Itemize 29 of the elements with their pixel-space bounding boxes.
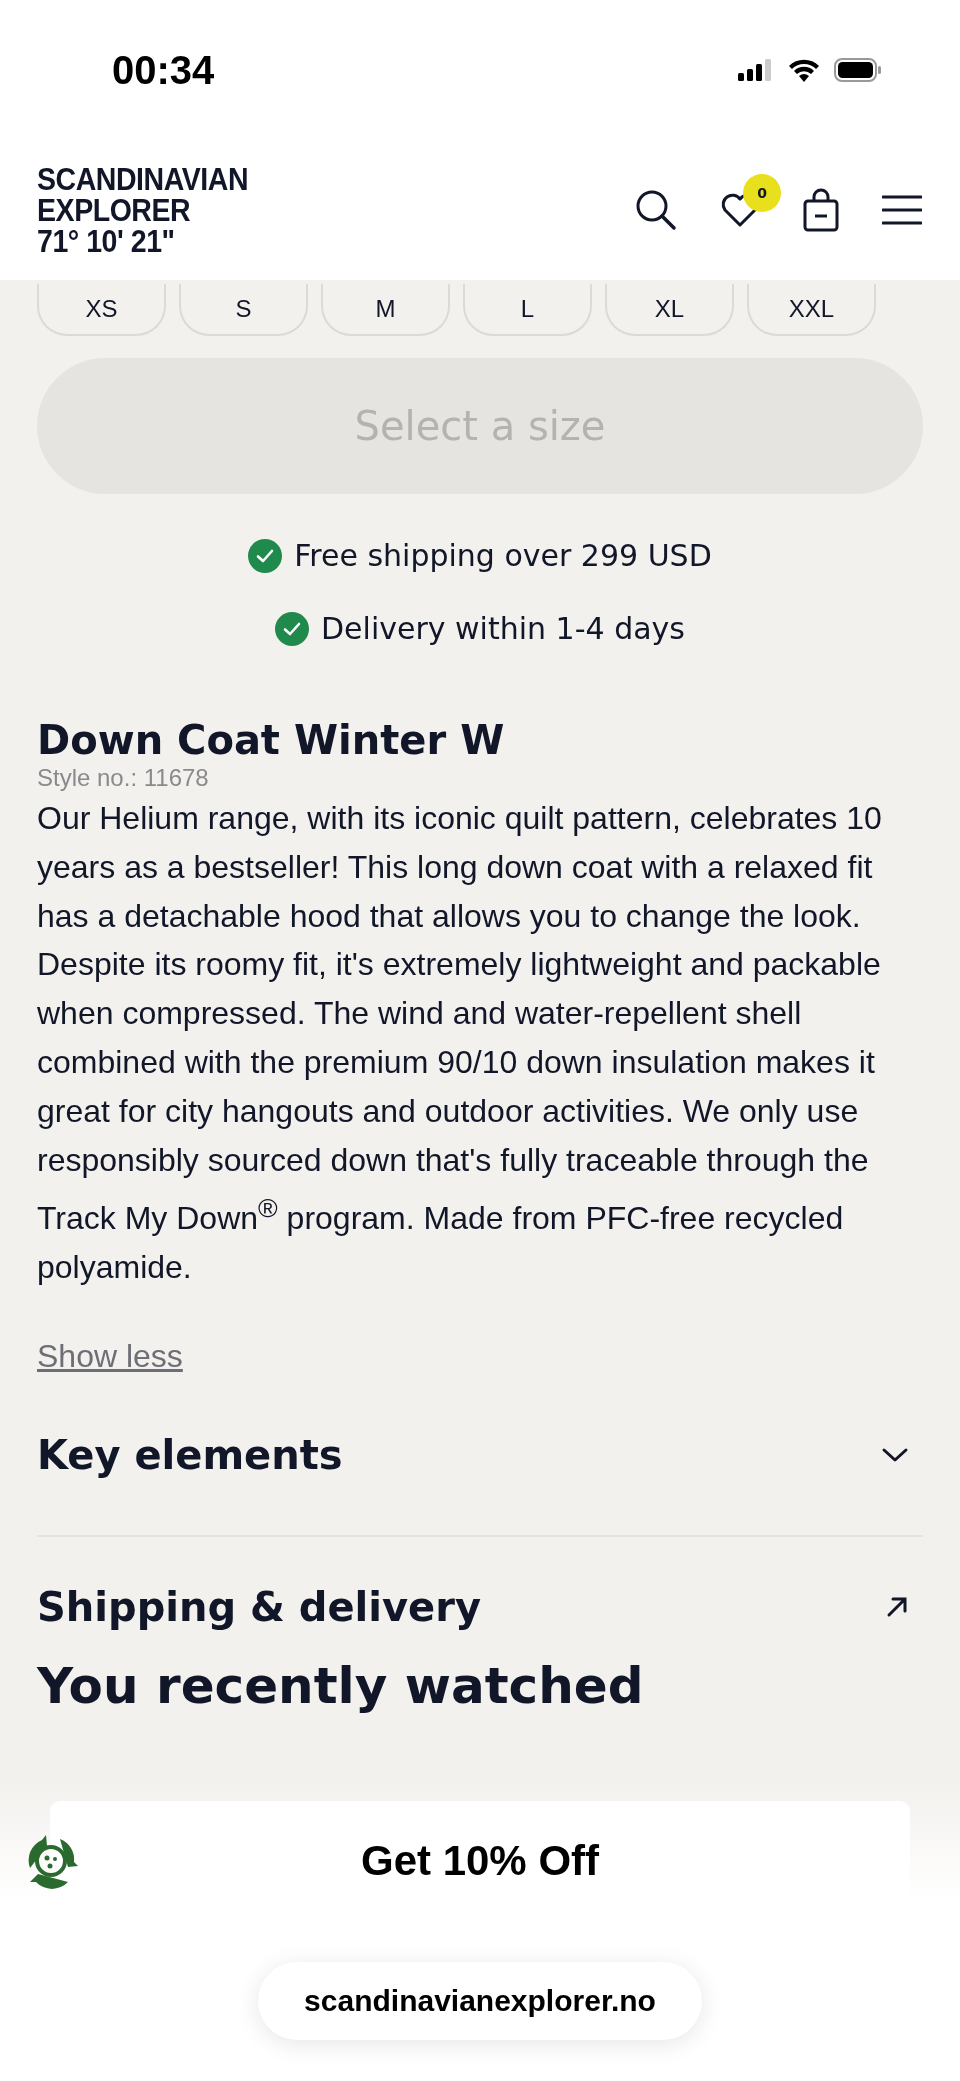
logo-text[interactable]: 71° 10' 21" (37, 225, 249, 257)
section-title: You recently watched (37, 1656, 645, 1715)
logo-text[interactable]: SCANDINAVIAN (37, 163, 249, 195)
check-icon (248, 538, 283, 573)
search-icon[interactable] (634, 188, 678, 232)
size-option[interactable]: M (321, 284, 450, 336)
size-option[interactable]: L (463, 284, 592, 336)
product-description: Our Helium range, with its iconic quilt pattern, celebrates 10 years as a bestseller! This long down coat with a relaxed fit has a detachable hood that allows you to change the look. Despite its roomy fit, it's extremely lightweight and packable when compressed. The wind and water-repellent shell combined with the premium 90/10 down insulation makes it great for city hangouts and outdoor activities. We only use responsibly sourced down that's fully traceable through the Track My Down$^{®}$ program. Made from PFC-free recycled polyamide. (37, 799, 883, 1287)
section-heading[interactable]: Shipping & delivery (37, 1583, 481, 1630)
menu-icon[interactable] (882, 194, 922, 226)
status-time: 00:34 (112, 47, 215, 93)
show-less-link[interactable]: Show less (37, 1337, 183, 1375)
size-option[interactable]: XL (605, 284, 734, 336)
battery-icon (834, 58, 882, 82)
check-icon (275, 611, 309, 646)
wifi-icon (788, 58, 820, 82)
perk-text: Delivery within 1-4 days (321, 611, 685, 646)
size-option[interactable]: XXL (747, 284, 876, 336)
size-option[interactable]: XS (37, 284, 166, 336)
size-option[interactable]: S (179, 284, 308, 336)
section-heading[interactable]: Key elements (37, 1431, 343, 1478)
logo-text[interactable]: EXPLORER (37, 194, 249, 226)
url-bar[interactable]: scandinavianexplorer.no (258, 1962, 702, 2040)
style-number: Style no.: 11678 (37, 764, 210, 792)
wishlist-count-badge: 0 (743, 174, 781, 212)
bag-icon[interactable] (802, 188, 840, 232)
perk-text: Free shipping over 299 USD (294, 538, 712, 573)
signal-icon (738, 59, 774, 81)
product-title: Down Coat Winter W (37, 716, 506, 764)
